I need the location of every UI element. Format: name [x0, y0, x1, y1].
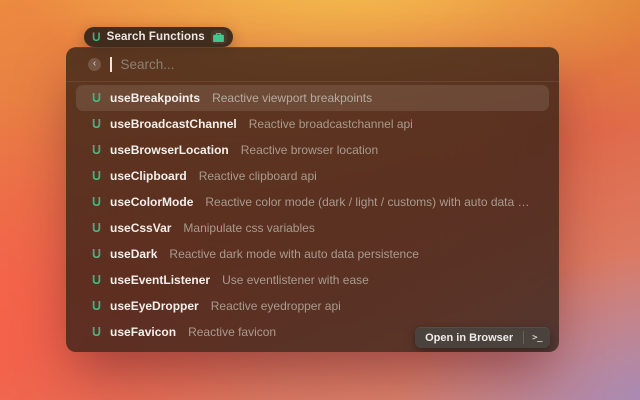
function-description: Use eventlistener with ease [222, 273, 369, 287]
text-caret [110, 57, 112, 72]
list-item[interactable]: U useEventListener Use eventlistener wit… [76, 267, 549, 293]
function-description: Reactive color mode (dark / light / cust… [205, 195, 533, 209]
function-description: Reactive broadcastchannel api [249, 117, 413, 131]
window-title-pill[interactable]: U Search Functions [84, 27, 233, 47]
vueuse-logo-icon: U [92, 170, 101, 183]
vueuse-logo-icon: U [92, 196, 101, 209]
back-button[interactable]: ‹ [88, 58, 101, 71]
list-item[interactable]: U useBrowserLocation Reactive browser lo… [76, 137, 549, 163]
chevron-left-icon: ‹ [93, 58, 96, 70]
vueuse-logo-icon: U [92, 326, 101, 339]
search-input[interactable] [121, 57, 546, 72]
desktop-background: U Search Functions ‹ U useBreakpoints Re… [0, 0, 640, 400]
function-name: useEventListener [110, 273, 210, 287]
open-in-browser-label: Open in Browser [415, 332, 523, 344]
function-name: useBroadcastChannel [110, 117, 237, 131]
function-name: useClipboard [110, 169, 187, 183]
list-item[interactable]: U useBreakpoints Reactive viewport break… [76, 85, 549, 111]
window-title: Search Functions [107, 31, 205, 43]
function-name: useFullscreen [110, 351, 191, 352]
function-name: useEyeDropper [110, 299, 199, 313]
function-name: useBrowserLocation [110, 143, 229, 157]
search-bar: ‹ [66, 47, 559, 82]
list-item[interactable]: U useColorMode Reactive color mode (dark… [76, 189, 549, 215]
function-name: useColorMode [110, 195, 193, 209]
list-item[interactable]: U useClipboard Reactive clipboard api [76, 163, 549, 189]
vueuse-logo-icon: U [92, 300, 101, 313]
function-name: useFavicon [110, 325, 176, 339]
list-item[interactable]: U useDark Reactive dark mode with auto d… [76, 241, 549, 267]
command-palette: ‹ U useBreakpoints Reactive viewport bre… [66, 47, 559, 352]
list-item[interactable]: U useEyeDropper Reactive eyedropper api [76, 293, 549, 319]
function-name: useCssVar [110, 221, 171, 235]
function-description: Reactive browser location [241, 143, 378, 157]
list-item[interactable]: U useCssVar Manipulate css variables [76, 215, 549, 241]
vueuse-logo-icon: U [92, 248, 101, 261]
vueuse-logo-icon: U [92, 144, 101, 157]
list-item[interactable]: U useBroadcastChannel Reactive broadcast… [76, 111, 549, 137]
terminal-prompt-icon: >_ [524, 333, 550, 343]
function-name: useDark [110, 247, 157, 261]
function-name: useBreakpoints [110, 91, 200, 105]
vueuse-logo-icon: U [92, 118, 101, 131]
vueuse-logo-icon: U [92, 274, 101, 287]
open-in-browser-button[interactable]: Open in Browser >_ [415, 327, 550, 348]
function-description: Manipulate css variables [183, 221, 314, 235]
function-description: Reactive viewport breakpoints [212, 91, 372, 105]
function-description: Reactive dark mode with auto data persis… [169, 247, 418, 261]
function-list: U useBreakpoints Reactive viewport break… [66, 82, 559, 352]
function-description: Reactive clipboard api [199, 169, 317, 183]
vueuse-logo-icon: U [92, 31, 101, 43]
function-description: Reactive eyedropper api [211, 299, 341, 313]
vueuse-logo-icon: U [92, 92, 101, 105]
function-description: Reactive fullscreen api [203, 351, 324, 352]
function-description: Reactive favicon [188, 325, 276, 339]
store-icon [211, 30, 227, 44]
vueuse-logo-icon: U [92, 222, 101, 235]
